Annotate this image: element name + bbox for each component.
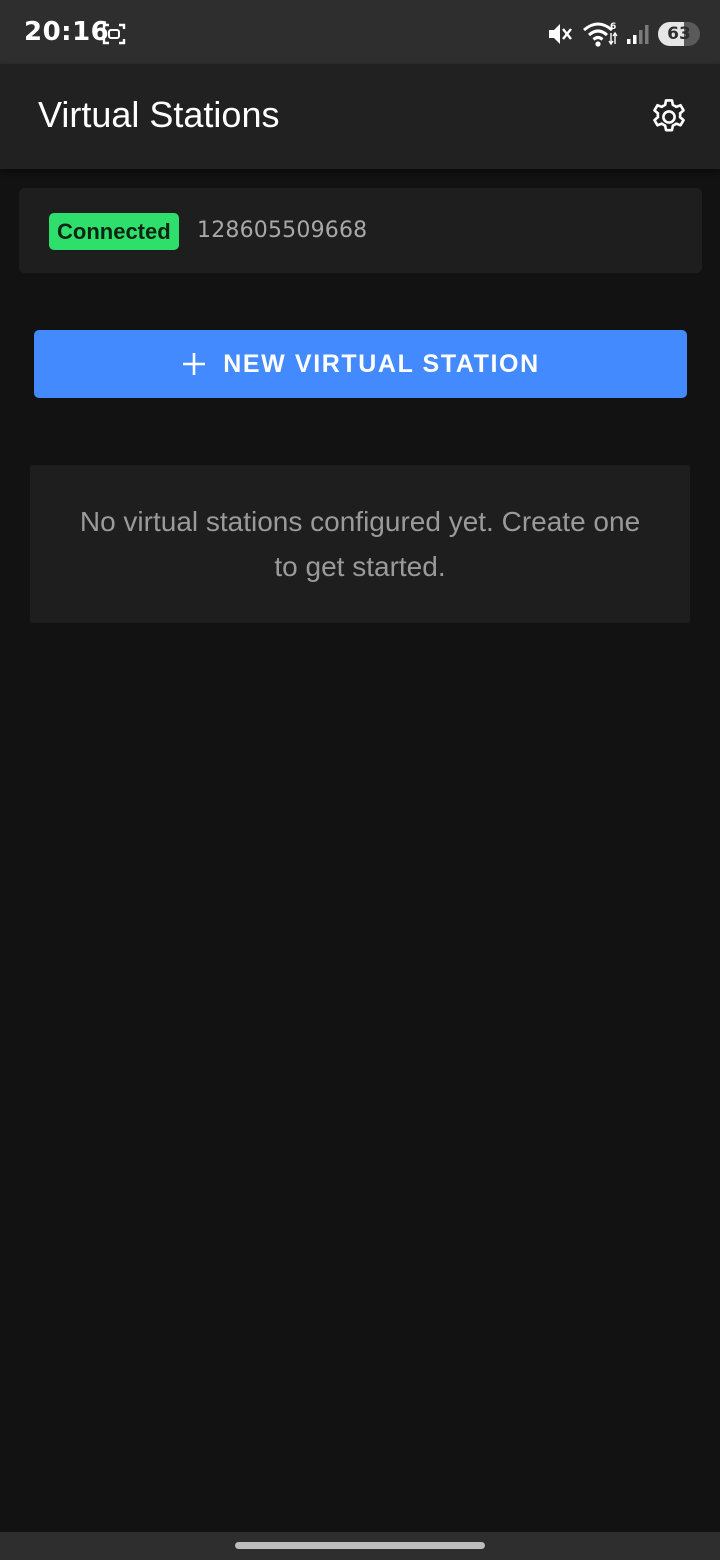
battery-level: 63 bbox=[667, 24, 691, 44]
empty-state-card: No virtual stations configured yet. Crea… bbox=[30, 465, 690, 623]
settings-button[interactable] bbox=[646, 94, 692, 140]
status-icons: 6 63 bbox=[546, 18, 700, 50]
screenshot-icon bbox=[102, 23, 126, 45]
home-indicator[interactable] bbox=[235, 1542, 485, 1549]
status-time: 20:16 bbox=[24, 17, 110, 47]
empty-state-message: No virtual stations configured yet. Crea… bbox=[79, 506, 641, 582]
station-id: 128605509668 bbox=[197, 218, 368, 243]
connection-card: Connected 128605509668 bbox=[19, 188, 702, 273]
navigation-bar bbox=[0, 1532, 720, 1560]
mute-icon bbox=[549, 24, 572, 44]
gear-icon bbox=[653, 99, 685, 132]
battery-icon: 63 bbox=[658, 22, 700, 46]
app-screen: 20:16 6 63 Virtual Stations Connected 12… bbox=[0, 0, 720, 1560]
app-bar: Virtual Stations bbox=[0, 64, 720, 169]
wifi-icon: 6 bbox=[583, 22, 618, 47]
new-virtual-station-button[interactable]: NEW VIRTUAL STATION bbox=[34, 330, 687, 398]
status-badge: Connected bbox=[49, 213, 179, 250]
new-virtual-station-label: NEW VIRTUAL STATION bbox=[223, 349, 540, 378]
page-title: Virtual Stations bbox=[38, 94, 280, 135]
status-bar: 20:16 6 63 bbox=[0, 0, 720, 64]
svg-text:6: 6 bbox=[610, 22, 616, 32]
signal-icon bbox=[627, 25, 649, 44]
plus-icon bbox=[183, 353, 206, 375]
